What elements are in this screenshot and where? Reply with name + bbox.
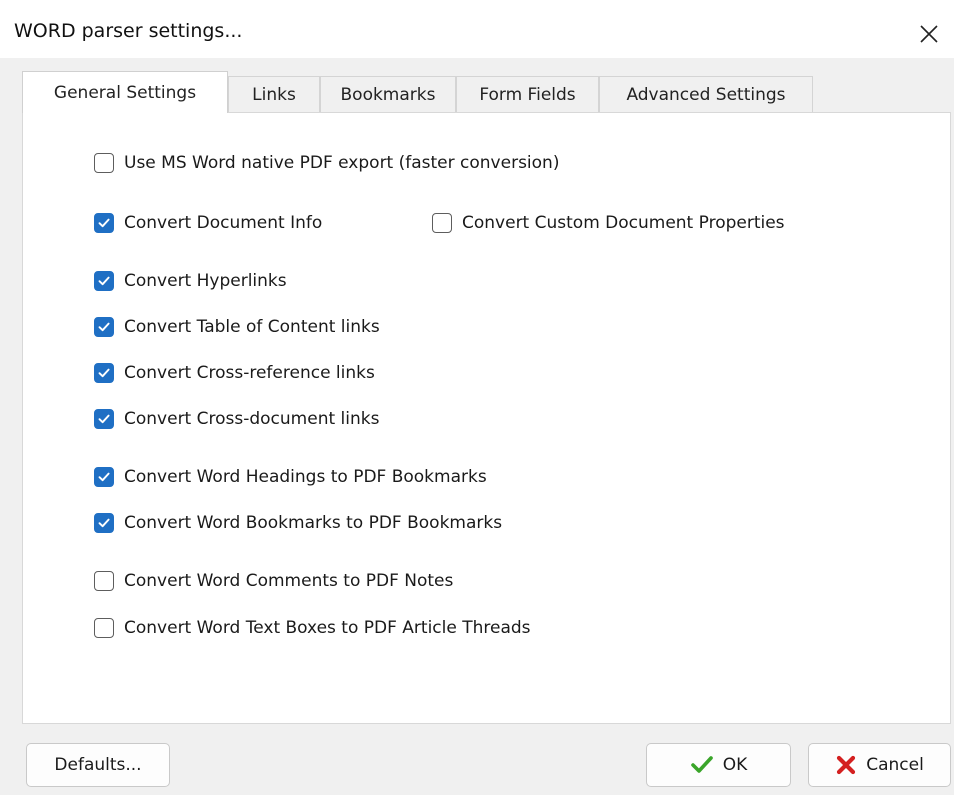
checkmark-icon [98, 368, 110, 378]
option-label: Convert Hyperlinks [124, 271, 287, 291]
tab-form-fields[interactable]: Form Fields [456, 76, 599, 112]
option-label: Convert Word Text Boxes to PDF Article T… [124, 618, 531, 638]
option-label: Convert Cross-document links [124, 409, 380, 429]
checkbox[interactable] [94, 618, 114, 638]
checkmark-icon [98, 218, 110, 228]
checkbox[interactable] [432, 213, 452, 233]
option-label: Convert Word Headings to PDF Bookmarks [124, 467, 487, 487]
window-title: WORD parser settings... [14, 20, 243, 42]
checkmark-icon [98, 276, 110, 286]
option-headings-to-bookmarks[interactable]: Convert Word Headings to PDF Bookmarks [94, 467, 487, 487]
checkmark-icon [690, 755, 714, 775]
option-convert-document-info[interactable]: Convert Document Info [94, 213, 322, 233]
checkbox[interactable] [94, 571, 114, 591]
option-label: Use MS Word native PDF export (faster co… [124, 153, 560, 173]
tab-label: Bookmarks [340, 84, 436, 105]
option-native-pdf-export[interactable]: Use MS Word native PDF export (faster co… [94, 153, 559, 173]
close-button[interactable] [908, 14, 950, 54]
ok-button[interactable]: OK [646, 743, 791, 787]
checkbox[interactable] [94, 153, 114, 173]
tab-label: Advanced Settings [626, 84, 786, 105]
checkmark-icon [98, 472, 110, 482]
checkbox[interactable] [94, 467, 114, 487]
option-label: Convert Word Comments to PDF Notes [124, 571, 454, 591]
cancel-label: Cancel [866, 755, 924, 775]
title-bar: WORD parser settings... [0, 0, 954, 58]
option-convert-toc-links[interactable]: Convert Table of Content links [94, 317, 380, 337]
option-label: Convert Word Bookmarks to PDF Bookmarks [124, 513, 503, 533]
option-label: Convert Document Info [124, 213, 323, 233]
option-convert-cross-document-links[interactable]: Convert Cross-document links [94, 409, 379, 429]
option-comments-to-notes[interactable]: Convert Word Comments to PDF Notes [94, 571, 453, 591]
close-icon [920, 25, 938, 43]
option-label: Convert Table of Content links [124, 317, 380, 337]
tab-general-settings[interactable]: General Settings [22, 71, 228, 113]
option-text-boxes-to-article-threads[interactable]: Convert Word Text Boxes to PDF Article T… [94, 618, 531, 638]
cancel-x-icon [835, 754, 857, 776]
option-convert-custom-properties[interactable]: Convert Custom Document Properties [432, 213, 785, 233]
tab-label: Form Fields [479, 84, 576, 105]
checkbox[interactable] [94, 363, 114, 383]
defaults-button[interactable]: Defaults... [26, 743, 170, 787]
defaults-label: Defaults... [54, 755, 142, 775]
checkmark-icon-path [690, 756, 713, 773]
checkbox[interactable] [94, 513, 114, 533]
checkmark-icon [98, 414, 110, 424]
checkbox[interactable] [94, 409, 114, 429]
option-convert-cross-reference-links[interactable]: Convert Cross-reference links [94, 363, 375, 383]
option-convert-hyperlinks[interactable]: Convert Hyperlinks [94, 271, 287, 291]
checkmark-icon [98, 518, 110, 528]
option-label: Convert Custom Document Properties [462, 213, 785, 233]
tab-links[interactable]: Links [228, 76, 320, 112]
checkbox[interactable] [94, 271, 114, 291]
option-word-bookmarks-to-pdf[interactable]: Convert Word Bookmarks to PDF Bookmarks [94, 513, 502, 533]
ok-label: OK [722, 755, 748, 775]
option-label: Convert Cross-reference links [124, 363, 375, 383]
tab-bookmarks[interactable]: Bookmarks [320, 76, 456, 112]
checkbox[interactable] [94, 213, 114, 233]
tab-label: Links [252, 84, 296, 105]
checkmark-icon [98, 322, 110, 332]
cancel-button[interactable]: Cancel [808, 743, 951, 787]
cancel-x-icon-path [837, 755, 856, 775]
tab-label: General Settings [53, 82, 197, 103]
general-settings-panel: Use MS Word native PDF export (faster co… [22, 112, 951, 724]
checkbox[interactable] [94, 317, 114, 337]
tab-advanced-settings[interactable]: Advanced Settings [599, 76, 813, 112]
